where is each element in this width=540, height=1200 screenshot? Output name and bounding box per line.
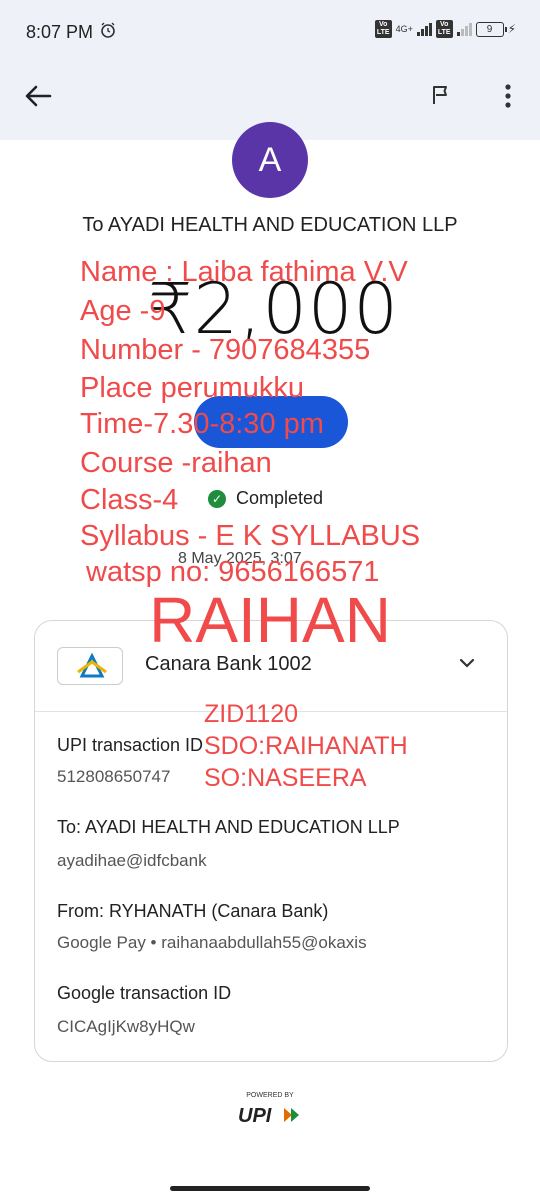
upi-logo-icon: UPI bbox=[238, 1105, 299, 1127]
status-time: 8:07 PM bbox=[26, 22, 94, 42]
alarm-icon bbox=[101, 22, 115, 38]
canara-bank-logo-icon bbox=[57, 647, 123, 685]
from-label: From: RYHANATH (Canara Bank) bbox=[57, 901, 329, 921]
volte-icon: Vo LTE bbox=[374, 20, 392, 38]
bank-name: Canara Bank 1002 bbox=[145, 653, 312, 675]
home-indicator[interactable] bbox=[170, 1186, 370, 1191]
battery-icon: 9 bbox=[475, 21, 507, 37]
chevron-down-icon[interactable] bbox=[457, 653, 477, 673]
network-type: 4G+ bbox=[395, 24, 413, 34]
avatar: A bbox=[232, 122, 308, 198]
to-label: To: AYADI HEALTH AND EDUCATION LLP bbox=[57, 817, 400, 837]
signal-icon bbox=[416, 22, 432, 36]
overlay-course: Course -raihan bbox=[80, 447, 272, 479]
flag-icon[interactable] bbox=[430, 84, 452, 106]
overlay-age: Age -9 bbox=[80, 295, 166, 327]
back-arrow-icon[interactable] bbox=[24, 84, 52, 108]
payee-title: To AYADI HEALTH AND EDUCATION LLP bbox=[82, 214, 458, 236]
overlay-whatsapp: watsp no: 9656166571 bbox=[86, 556, 380, 588]
transaction-details-card: Canara Bank 1002 UPI transaction ID 5128… bbox=[34, 620, 508, 1062]
upi-transaction-id[interactable]: 512808650747 bbox=[57, 767, 170, 787]
volte-icon-2: Vo LTE bbox=[435, 20, 453, 38]
status-indicators: Vo LTE 4G+ Vo LTE 9 ⚡ bbox=[374, 20, 516, 38]
overlay-so: SO:NASEERA bbox=[204, 764, 367, 792]
overlay-name: Name : Laiba fathima V.V bbox=[80, 256, 408, 288]
signal-icon-2 bbox=[456, 22, 472, 36]
check-circle-icon: ✓ bbox=[208, 489, 226, 508]
from-detail[interactable]: Google Pay • raihanaabdullah55@okaxis bbox=[57, 933, 367, 953]
status-completed: ✓ Completed bbox=[208, 488, 323, 509]
powered-by-label: POWERED BY bbox=[246, 1092, 294, 1099]
upi-transaction-label: UPI transaction ID bbox=[57, 735, 204, 755]
overlay-syllabus: Syllabus - E K SYLLABUS bbox=[80, 520, 421, 552]
overlay-time: Time-7.30-8:30 pm bbox=[80, 408, 324, 440]
google-transaction-label: Google transaction ID bbox=[57, 983, 232, 1003]
overlay-class: Class-4 bbox=[80, 484, 179, 516]
overlay-zid: ZID1120 bbox=[204, 700, 299, 728]
overlay-raihan: RAIHAN bbox=[149, 584, 391, 656]
overlay-number: Number - 7907684355 bbox=[80, 334, 371, 366]
svg-text:UPI: UPI bbox=[238, 1105, 272, 1127]
status-text: Completed bbox=[236, 488, 324, 508]
to-vpa[interactable]: ayadihae@idfcbank bbox=[57, 851, 207, 871]
overlay-sdo: SDO:RAIHANATH bbox=[204, 732, 408, 760]
overlay-place: Place perumukku bbox=[80, 372, 305, 404]
google-transaction-id[interactable]: CICAgIjKw8yHQw bbox=[57, 1017, 195, 1037]
charging-icon: ⚡ bbox=[507, 22, 516, 36]
more-vert-icon[interactable] bbox=[496, 82, 520, 110]
